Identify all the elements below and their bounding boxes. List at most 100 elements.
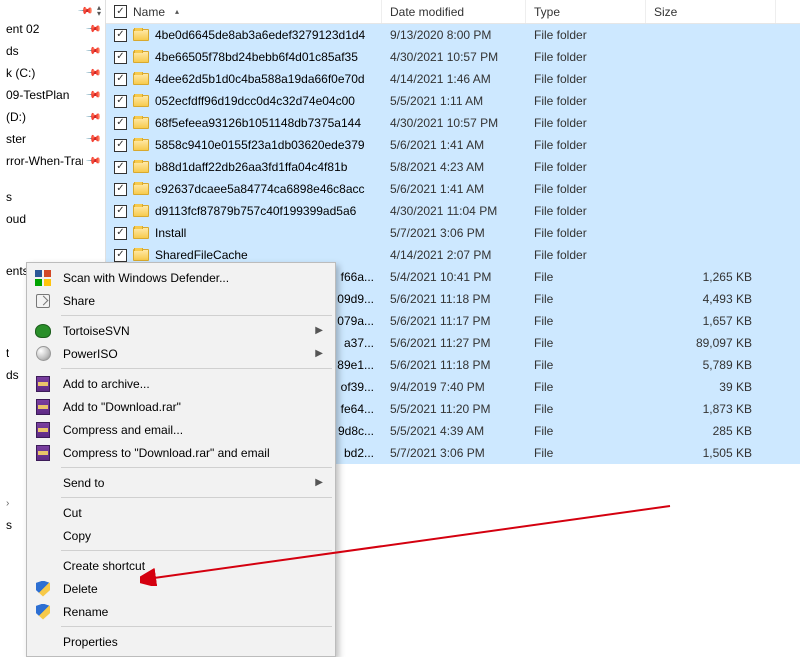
cell-date: 5/6/2021 11:17 PM (382, 314, 526, 328)
folder-icon (133, 205, 149, 217)
cell-name: ✓4be66505f78bd24bebb6f4d01c85af35 (106, 50, 382, 64)
menu-share[interactable]: Share (29, 289, 333, 312)
menu-separator (61, 626, 332, 627)
sidebar-item[interactable]: oud (0, 208, 105, 230)
column-date[interactable]: Date modified (382, 0, 526, 23)
sidebar-item[interactable]: ds📌 (0, 40, 105, 62)
cell-name: ✓4be0d6645de8ab3a6edef3279123d1d4 (106, 28, 382, 42)
column-size[interactable]: Size (646, 0, 776, 23)
table-row[interactable]: ✓ 4dee62d5b1d0c4ba588a19da66f0e70d 4/14/20… (106, 68, 800, 90)
folder-icon (133, 95, 149, 107)
sidebar-item[interactable]: (D:) 📌 (0, 106, 105, 128)
cell-name: ✓052ecfdff96d19dcc0d4c32d74e04c00 (106, 94, 382, 108)
sidebar-item[interactable]: s (0, 186, 105, 208)
sidebar-item[interactable]: ent 02📌 (0, 18, 105, 40)
file-name: f66a... (341, 270, 374, 284)
menu-separator (61, 368, 332, 369)
cell-type: File folder (526, 28, 646, 42)
menu-poweriso[interactable]: PowerISO ▶ (29, 342, 333, 365)
menu-scan-defender[interactable]: Scan with Windows Defender... (29, 266, 333, 289)
table-row[interactable]: ✓Install5/7/2021 3:06 PMFile folder (106, 222, 800, 244)
tortoise-icon (35, 324, 51, 338)
table-row[interactable]: ✓c92637dcaee5a84774ca6898e46c8acc5/6/202… (106, 178, 800, 200)
menu-tortoisesvn[interactable]: TortoiseSVN ▶ (29, 319, 333, 342)
sidebar-item-label: s (6, 190, 12, 204)
menu-label: Rename (63, 605, 108, 619)
chevron-right-icon: › (6, 498, 9, 509)
sidebar-item-label: (D:) (6, 110, 26, 124)
cell-type: File folder (526, 248, 646, 262)
menu-delete[interactable]: Delete (29, 577, 333, 600)
cell-date: 5/6/2021 11:18 PM (382, 358, 526, 372)
cell-size: 4,493 KB (646, 292, 776, 306)
menu-rename[interactable]: Rename (29, 600, 333, 623)
row-checkbox[interactable]: ✓ (114, 117, 127, 130)
menu-add-rar[interactable]: Add to "Download.rar" (29, 395, 333, 418)
table-row[interactable]: ✓052ecfdff96d19dcc0d4c32d74e04c005/5/202… (106, 90, 800, 112)
file-name: 68f5efeea93126b1051148db7375a144 (155, 116, 361, 130)
pin-icon: 📌 (84, 131, 101, 148)
sidebar-item-label: s (6, 518, 12, 532)
archive-icon (36, 399, 50, 415)
menu-copy[interactable]: Copy (29, 524, 333, 547)
menu-label: Compress to "Download.rar" and email (63, 446, 270, 460)
menu-send-to[interactable]: Send to ▶ (29, 471, 333, 494)
table-row[interactable]: ✓d9113fcf87879b757c40f199399ad5a64/30/20… (106, 200, 800, 222)
menu-label: TortoiseSVN (63, 324, 130, 338)
menu-compress-rar-email[interactable]: Compress to "Download.rar" and email (29, 441, 333, 464)
cell-date: 5/6/2021 11:27 PM (382, 336, 526, 350)
sidebar-item[interactable]: ster 📌 (0, 128, 105, 150)
defender-icon (35, 270, 51, 286)
sidebar-scroll-chevrons[interactable]: 📌 ▴▾ (0, 4, 105, 18)
file-name: 9d8c... (338, 424, 374, 438)
menu-compress-email[interactable]: Compress and email... (29, 418, 333, 441)
select-all-checkbox[interactable]: ✓ (114, 5, 127, 18)
row-checkbox[interactable]: ✓ (114, 139, 127, 152)
submenu-arrow-icon: ▶ (315, 477, 323, 488)
cell-type: File folder (526, 138, 646, 152)
table-row[interactable]: ✓4be0d6645de8ab3a6edef3279123d1d49/13/20… (106, 24, 800, 46)
table-row[interactable]: ✓b88d1daff22db26aa3fd1ffa04c4f81b5/8/202… (106, 156, 800, 178)
file-name: bd2... (344, 446, 374, 460)
sidebar-item-label: 09-TestPlan (6, 88, 69, 102)
pin-icon: 📌 (84, 43, 101, 60)
file-name: 4dee62d5b1d0c4ba588a19da66f0e70d (155, 72, 365, 86)
row-checkbox[interactable]: ✓ (114, 73, 127, 86)
sidebar-item[interactable]: 09-TestPlan📌 (0, 84, 105, 106)
row-checkbox[interactable]: ✓ (114, 183, 127, 196)
cell-date: 9/13/2020 8:00 PM (382, 28, 526, 42)
menu-create-shortcut[interactable]: Create shortcut (29, 554, 333, 577)
row-checkbox[interactable]: ✓ (114, 205, 127, 218)
table-row[interactable]: ✓68f5efeea93126b1051148db7375a1444/30/20… (106, 112, 800, 134)
column-type[interactable]: Type (526, 0, 646, 23)
table-row[interactable]: ✓5858c9410e0155f23a1db03620ede3795/6/202… (106, 134, 800, 156)
menu-properties[interactable]: Properties (29, 630, 333, 653)
column-date-label: Date modified (390, 5, 464, 19)
cell-date: 5/8/2021 4:23 AM (382, 160, 526, 174)
row-checkbox[interactable]: ✓ (114, 29, 127, 42)
row-checkbox[interactable]: ✓ (114, 161, 127, 174)
cell-date: 4/14/2021 1:46 AM (382, 72, 526, 86)
file-name: 5858c9410e0155f23a1db03620ede379 (155, 138, 365, 152)
row-checkbox[interactable]: ✓ (114, 249, 127, 262)
menu-cut[interactable]: Cut (29, 501, 333, 524)
pin-icon: 📌 (84, 109, 101, 126)
sidebar-item[interactable]: k (C:)📌 (0, 62, 105, 84)
row-checkbox[interactable]: ✓ (114, 51, 127, 64)
sidebar-item[interactable] (0, 230, 105, 260)
sidebar-item[interactable]: rror-When-Transf📌 (0, 150, 105, 172)
sidebar-item-label: oud (6, 212, 26, 226)
sidebar-item-label: rror-When-Transf (6, 154, 83, 168)
sidebar-item-label: ster (6, 132, 26, 146)
row-checkbox[interactable]: ✓ (114, 227, 127, 240)
cell-date: 5/4/2021 10:41 PM (382, 270, 526, 284)
row-checkbox[interactable]: ✓ (114, 95, 127, 108)
cell-size: 89,097 KB (646, 336, 776, 350)
folder-icon (133, 161, 149, 173)
menu-add-archive[interactable]: Add to archive... (29, 372, 333, 395)
column-name[interactable]: ✓ Name ▴ (106, 0, 382, 23)
sidebar-item-label: ent 02 (6, 22, 39, 36)
table-row[interactable]: ✓4be66505f78bd24bebb6f4d01c85af354/30/20… (106, 46, 800, 68)
file-name: 89e1... (337, 358, 374, 372)
menu-label: Scan with Windows Defender... (63, 271, 229, 285)
